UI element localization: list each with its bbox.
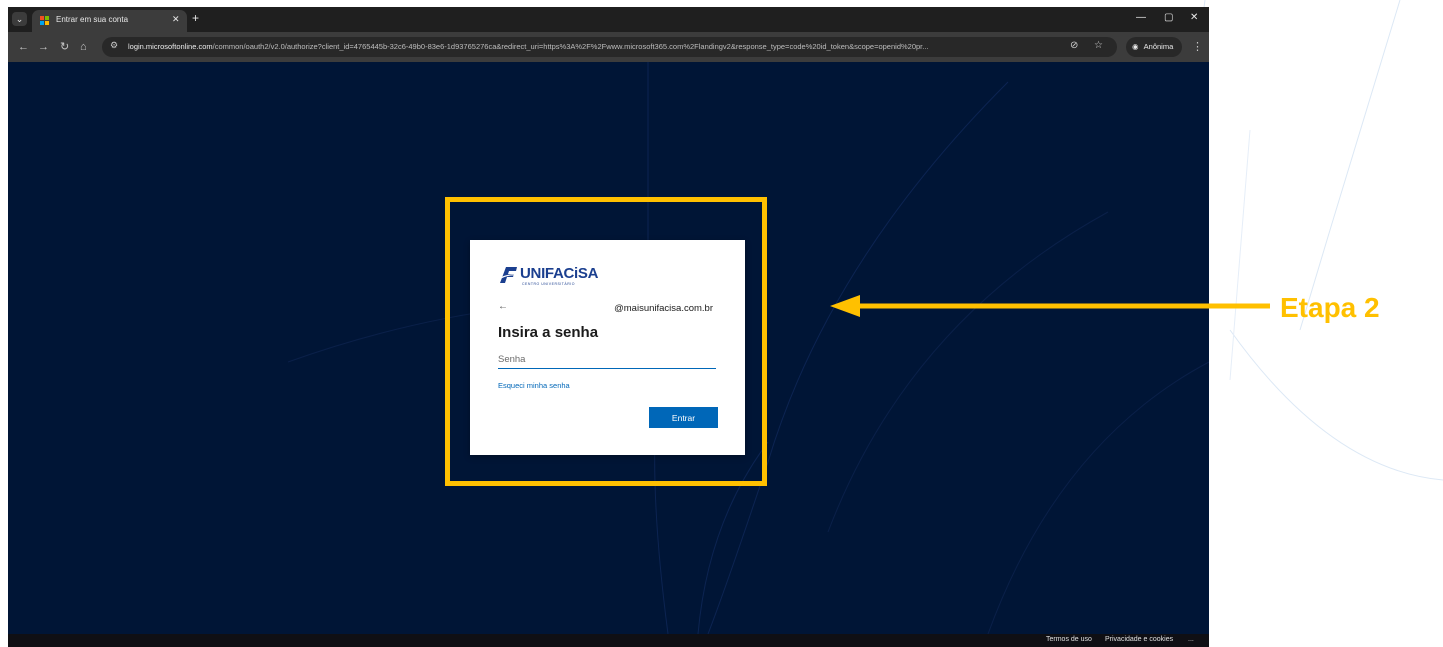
- back-icon[interactable]: ←: [18, 40, 29, 54]
- restore-icon[interactable]: ▢: [1164, 12, 1173, 23]
- terms-link[interactable]: Termos de uso: [1046, 636, 1092, 643]
- forward-icon[interactable]: →: [38, 40, 49, 54]
- highlight-box: [445, 197, 767, 486]
- url-text[interactable]: login.microsoftonline.com/common/oauth2/…: [128, 42, 963, 51]
- browser-toolbar: ← → ↻ ⌂ ⚙ login.microsoftonline.com/comm…: [8, 32, 1209, 62]
- page-footer: Termos de uso Privacidade e cookies ...: [8, 634, 1209, 647]
- incognito-icon: ◉: [1132, 42, 1139, 51]
- new-tab-button[interactable]: +: [192, 11, 199, 25]
- step-label: Etapa 2: [1280, 292, 1380, 323]
- menu-kebab-icon[interactable]: ⋮: [1192, 40, 1203, 53]
- tab-title: Entrar em sua conta: [56, 15, 129, 24]
- eye-off-icon[interactable]: ⊘: [1070, 40, 1078, 51]
- reload-icon[interactable]: ↻: [60, 40, 69, 54]
- close-tab-icon[interactable]: ✕: [172, 14, 180, 25]
- minimize-icon[interactable]: —: [1136, 12, 1146, 23]
- privacy-link[interactable]: Privacidade e cookies: [1105, 636, 1173, 643]
- site-info-icon[interactable]: ⚙: [110, 40, 118, 51]
- tab-active[interactable]: Entrar em sua conta ✕: [32, 10, 187, 32]
- tab-bar: ⌄ Entrar em sua conta ✕ + — ▢ ✕: [8, 7, 1209, 32]
- microsoft-logo-icon: [40, 16, 50, 26]
- close-window-icon[interactable]: ✕: [1190, 12, 1198, 23]
- address-bar[interactable]: ⚙ login.microsoftonline.com/common/oauth…: [102, 37, 1117, 57]
- profile-label: Anônima: [1143, 42, 1174, 51]
- pointer-arrow-icon: [830, 295, 1270, 317]
- more-options-icon[interactable]: ...: [1188, 636, 1194, 643]
- home-icon[interactable]: ⌂: [80, 40, 87, 54]
- tab-search-button[interactable]: ⌄: [12, 12, 27, 26]
- incognito-profile-button[interactable]: ◉ Anônima: [1126, 37, 1182, 57]
- bookmark-star-icon[interactable]: ☆: [1094, 40, 1103, 51]
